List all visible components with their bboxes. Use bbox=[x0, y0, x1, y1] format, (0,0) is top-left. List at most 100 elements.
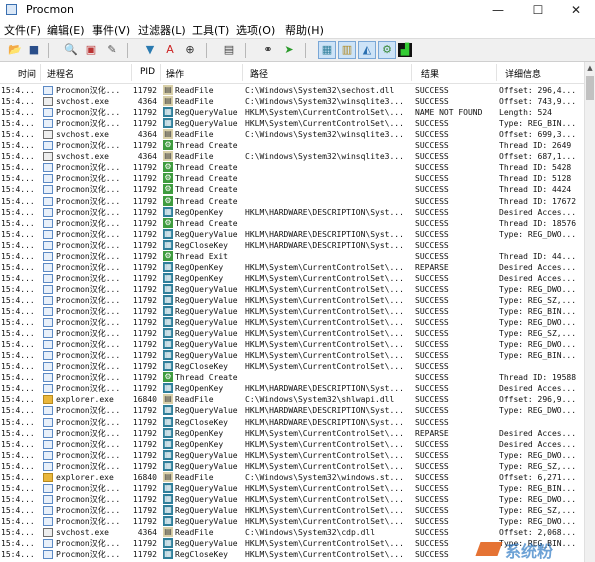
table-row[interactable]: ⚙ 15:4... Procmon汉化... 11792 Thread Create SU… bbox=[0, 184, 584, 195]
table-row[interactable]: ▤ 15:4... svchost.exe 4364 ReadFile C:\Window… bbox=[0, 96, 584, 107]
maximize-button[interactable]: ☐ bbox=[519, 0, 557, 20]
highlight-filter-icon[interactable]: A bbox=[163, 43, 177, 57]
save-icon[interactable]: ■ bbox=[27, 43, 41, 57]
table-row[interactable]: ▦ 15:4... Procmon汉化... 11792 RegQueryValue HK… bbox=[0, 107, 584, 118]
table-row[interactable]: ▦ 15:4... Procmon汉化... 11792 RegQueryValue HK… bbox=[0, 504, 584, 516]
detail-cell: Length: 524 bbox=[499, 108, 552, 118]
table-row[interactable]: ▦ 15:4... Procmon汉化... 11792 RegQueryValue HK… bbox=[0, 449, 584, 461]
table-row[interactable]: ⚙ 15:4... Procmon汉化... 11792 Thread Create SU… bbox=[0, 217, 584, 229]
detail-cell: Type: REG_DWO... bbox=[499, 318, 577, 328]
column-divider[interactable] bbox=[40, 64, 41, 81]
table-row[interactable]: ▦ 15:4... Procmon汉化... 11792 RegQueryValue HK… bbox=[0, 405, 584, 416]
menu-edit[interactable]: 编辑(E) bbox=[47, 22, 85, 38]
table-row[interactable]: ⚙ 15:4... Procmon汉化... 11792 Thread Create SU… bbox=[0, 195, 584, 207]
table-row[interactable]: ▦ 15:4... Procmon汉化... 11792 RegQueryValue HK… bbox=[0, 328, 584, 339]
table-row[interactable]: ▦ 15:4... Procmon汉化... 11792 RegOpenKey HKLM\… bbox=[0, 206, 584, 218]
highlight-icon[interactable]: ▣ bbox=[84, 43, 98, 57]
registry-op-icon: ▦ bbox=[163, 515, 173, 526]
procmon-process-icon bbox=[43, 340, 53, 350]
table-row[interactable]: ⚙ 15:4... Procmon汉化... 11792 Thread Exit SUCC… bbox=[0, 250, 584, 262]
registry-op-icon: ▦ bbox=[163, 328, 173, 339]
minimize-button[interactable]: — bbox=[479, 0, 517, 20]
menu-options[interactable]: 选项(O) bbox=[236, 22, 275, 38]
column-divider[interactable] bbox=[242, 64, 243, 81]
header-pid[interactable]: PID bbox=[140, 67, 155, 77]
table-row[interactable]: ▦ 15:4... Procmon汉化... 11792 RegQueryValue HK… bbox=[0, 118, 584, 129]
table-row[interactable]: ▦ 15:4... Procmon汉化... 11792 RegQueryValue HK… bbox=[0, 339, 584, 350]
filter-icon[interactable]: ▼ bbox=[143, 43, 157, 57]
table-row[interactable]: ⚙ 15:4... Procmon汉化... 11792 Thread Create SU… bbox=[0, 162, 584, 173]
table-row[interactable]: ▦ 15:4... Procmon汉化... 11792 RegCloseKey HKLM… bbox=[0, 416, 584, 428]
table-row[interactable]: ▦ 15:4... Procmon汉化... 11792 RegQueryValue HK… bbox=[0, 228, 584, 240]
scroll-up-icon[interactable]: ▲ bbox=[585, 62, 595, 74]
menu-filter[interactable]: 过滤器(L) bbox=[138, 22, 186, 38]
menu-file[interactable]: 文件(F) bbox=[4, 22, 41, 38]
find-icon[interactable]: 🔍 bbox=[64, 43, 78, 57]
binoculars-icon[interactable]: ⚭ bbox=[261, 43, 275, 57]
table-row[interactable]: ▦ 15:4... Procmon汉化... 11792 RegQueryValue HK… bbox=[0, 460, 584, 472]
table-row[interactable]: ⚙ 15:4... Procmon汉化... 11792 Thread Create SU… bbox=[0, 140, 584, 151]
table-row[interactable]: ▤ 15:4... svchost.exe 4364 ReadFile C:\Window… bbox=[0, 527, 584, 538]
table-row[interactable]: ▦ 15:4... Procmon汉化... 11792 RegQueryValue HK… bbox=[0, 317, 584, 328]
process-name-cell: explorer.exe bbox=[56, 472, 114, 482]
header-path[interactable]: 路径 bbox=[250, 67, 268, 80]
column-divider[interactable] bbox=[131, 64, 132, 81]
table-row[interactable]: ▦ 15:4... Procmon汉化... 11792 RegQueryValue HK… bbox=[0, 493, 584, 505]
operation-cell: RegQueryValue bbox=[175, 119, 238, 129]
table-row[interactable]: ⚙ 15:4... Procmon汉化... 11792 Thread Create SU… bbox=[0, 372, 584, 383]
table-row[interactable]: ▤ 15:4... explorer.exe 16840 ReadFile C:\Wind… bbox=[0, 471, 584, 483]
registry-op-icon: ▦ bbox=[163, 118, 173, 129]
result-cell: SUCCESS bbox=[415, 229, 449, 239]
table-row[interactable]: ▤ 15:4... svchost.exe 4364 ReadFile C:\Window… bbox=[0, 129, 584, 140]
table-row[interactable]: ▤ 15:4... Procmon汉化... 11792 ReadFile C:\Wind… bbox=[0, 85, 584, 96]
table-row[interactable]: ▦ 15:4... Procmon汉化... 11792 RegOpenKey HKLM\… bbox=[0, 383, 584, 394]
table-row[interactable]: ▦ 15:4... Procmon汉化... 11792 RegCloseKey HKLM… bbox=[0, 239, 584, 251]
table-row[interactable]: ▦ 15:4... Procmon汉化... 11792 RegCloseKey HKLM… bbox=[0, 361, 584, 372]
close-button[interactable]: ✕ bbox=[557, 0, 595, 20]
menu-event[interactable]: 事件(V) bbox=[92, 22, 130, 38]
path-cell: HKLM\System\CurrentControlSet\... bbox=[245, 428, 404, 438]
detail-cell: Type: REG_SZ,... bbox=[499, 295, 577, 305]
table-row[interactable]: ▤ 15:4... svchost.exe 4364 ReadFile C:\Window… bbox=[0, 151, 584, 162]
column-divider[interactable] bbox=[411, 64, 412, 81]
table-row[interactable]: ▦ 15:4... Procmon汉化... 11792 RegQueryValue HK… bbox=[0, 294, 584, 306]
table-row[interactable]: ▦ 15:4... Procmon汉化... 11792 RegQueryValue HK… bbox=[0, 515, 584, 527]
header-operation[interactable]: 操作 bbox=[166, 67, 184, 80]
procmon-process-icon bbox=[43, 196, 53, 206]
time-cell: 15:4... bbox=[1, 351, 35, 361]
goto-icon[interactable]: ➤ bbox=[282, 43, 296, 57]
table-row[interactable]: ⚙ 15:4... Procmon汉化... 11792 Thread Create SU… bbox=[0, 173, 584, 184]
edit-icon[interactable]: ✎ bbox=[105, 43, 119, 57]
event-list[interactable]: ▤ 15:4... Procmon汉化... 11792 ReadFile C:\Wind… bbox=[0, 85, 584, 562]
table-row[interactable]: ▦ 15:4... Procmon汉化... 11792 RegOpenKey HKLM\… bbox=[0, 272, 584, 284]
menu-tools[interactable]: 工具(T) bbox=[192, 22, 229, 38]
toolbar-separator bbox=[127, 43, 128, 58]
table-row[interactable]: ▦ 15:4... Procmon汉化... 11792 RegQueryValue HK… bbox=[0, 482, 584, 494]
result-cell: SUCCESS bbox=[415, 351, 449, 361]
table-row[interactable]: ▦ 15:4... Procmon汉化... 11792 RegQueryValue HK… bbox=[0, 283, 584, 295]
header-detail[interactable]: 详细信息 bbox=[505, 67, 541, 80]
jump-icon[interactable]: ▤ bbox=[222, 43, 236, 57]
process-name-cell: Procmon汉化... bbox=[56, 196, 121, 206]
table-row[interactable]: ▦ 15:4... Procmon汉化... 11792 RegOpenKey HKLM\… bbox=[0, 427, 584, 439]
open-icon[interactable]: 📂 bbox=[8, 43, 22, 57]
column-divider[interactable] bbox=[496, 64, 497, 81]
table-row[interactable]: ▦ 15:4... Procmon汉化... 11792 RegQueryValue HK… bbox=[0, 306, 584, 317]
table-row[interactable]: ▦ 15:4... Procmon汉化... 11792 RegOpenKey HKLM\… bbox=[0, 438, 584, 450]
profiling-icon[interactable]: ▟ bbox=[398, 43, 412, 57]
pid-cell: 11792 bbox=[132, 439, 157, 449]
table-row[interactable]: ▤ 15:4... explorer.exe 16840 ReadFile C:\Wind… bbox=[0, 394, 584, 405]
table-row[interactable]: ▦ 15:4... Procmon汉化... 11792 RegQueryValue HK… bbox=[0, 350, 584, 361]
menu-help[interactable]: 帮助(H) bbox=[285, 22, 324, 38]
file-op-icon: ▤ bbox=[163, 151, 173, 162]
header-process-name[interactable]: 进程名 bbox=[47, 67, 74, 80]
header-time[interactable]: 时间 bbox=[18, 67, 36, 80]
table-row[interactable]: ▦ 15:4... Procmon汉化... 11792 RegOpenKey HKLM\… bbox=[0, 261, 584, 273]
column-divider[interactable] bbox=[160, 64, 161, 81]
vertical-scrollbar[interactable]: ▲ bbox=[584, 62, 595, 562]
header-result[interactable]: 结果 bbox=[421, 67, 439, 80]
scroll-thumb[interactable] bbox=[586, 76, 594, 100]
detail-cell: Desired Acces... bbox=[499, 207, 577, 217]
target-icon[interactable]: ⊕ bbox=[183, 43, 197, 57]
path-cell: HKLM\HARDWARE\DESCRIPTION\Syst... bbox=[245, 207, 404, 217]
